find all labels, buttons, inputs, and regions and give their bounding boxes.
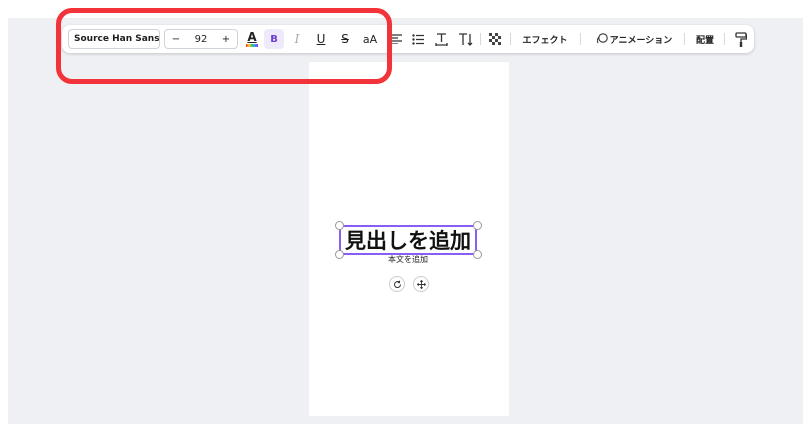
transparency-icon: [489, 33, 501, 45]
heading-text[interactable]: 見出しを追加: [339, 225, 477, 255]
letter-spacing-icon: [434, 32, 448, 46]
italic-button[interactable]: I: [288, 25, 306, 53]
align-icon: [390, 34, 402, 44]
animation-label: アニメーション: [609, 35, 673, 46]
copy-style-button[interactable]: [732, 25, 750, 53]
font-family-select[interactable]: Source Han Sans ...: [68, 29, 160, 49]
font-size-stepper: − 92 +: [164, 29, 238, 49]
position-button[interactable]: 配置: [690, 25, 720, 53]
separator: [580, 33, 581, 45]
bold-button[interactable]: B: [264, 29, 284, 49]
separator: [684, 33, 685, 45]
paint-roller-icon: [735, 31, 747, 47]
animation-button[interactable]: アニメーション: [588, 25, 680, 53]
transparency-button[interactable]: [486, 25, 504, 53]
font-size-input[interactable]: 92: [187, 30, 215, 48]
underline-button[interactable]: U: [312, 25, 330, 53]
move-icon: [416, 279, 426, 289]
letter-case-button[interactable]: aA: [359, 25, 381, 53]
spacing-button[interactable]: [432, 25, 450, 53]
font-size-decrease-button[interactable]: −: [167, 30, 185, 48]
align-button[interactable]: [388, 25, 404, 53]
separator: [480, 33, 481, 45]
vertical-text-icon: [458, 32, 472, 46]
font-family-label: Source Han Sans ...: [74, 34, 160, 44]
color-bar: [246, 44, 258, 47]
list-button[interactable]: [410, 25, 426, 53]
strikethrough-button[interactable]: S: [336, 25, 354, 53]
separator: [510, 33, 511, 45]
rotate-icon: [393, 280, 401, 288]
list-icon: [412, 33, 424, 45]
body-text[interactable]: 本文を追加: [339, 253, 477, 265]
text-color-button[interactable]: A: [242, 25, 262, 53]
rotate-button[interactable]: [389, 276, 405, 292]
text-color-icon: A: [247, 30, 257, 44]
font-size-increase-button[interactable]: +: [217, 30, 235, 48]
move-button[interactable]: [413, 276, 429, 292]
vertical-text-button[interactable]: [456, 25, 474, 53]
text-toolbar: Source Han Sans ... − 92 + A B I U S aA …: [62, 25, 754, 53]
separator: [724, 33, 725, 45]
effects-button[interactable]: エフェクト: [516, 25, 574, 53]
animation-icon: [596, 33, 608, 44]
